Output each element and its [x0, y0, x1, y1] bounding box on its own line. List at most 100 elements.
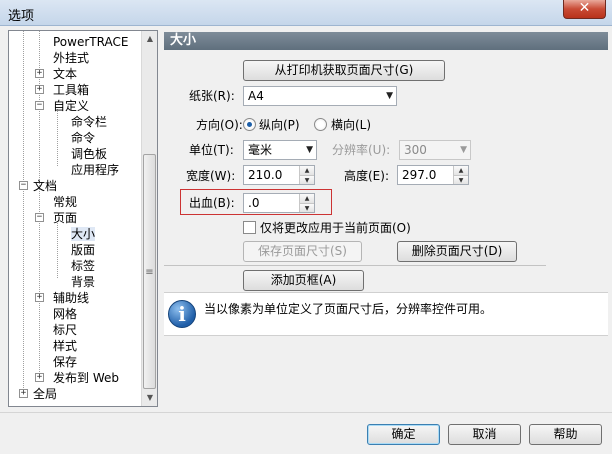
scroll-thumb[interactable]: ≡ — [143, 154, 156, 389]
portrait-radio[interactable] — [243, 118, 256, 131]
ok-button[interactable]: 确定 — [367, 424, 440, 445]
cancel-button[interactable]: 取消 — [448, 424, 521, 445]
bleed-label: 出血(B): — [189, 196, 235, 210]
info-text: 当以像素为单位定义了页面尺寸后，分辨率控件可用。 — [204, 302, 493, 316]
close-button[interactable]: ✕ — [563, 0, 606, 19]
tree-item[interactable]: 背景 — [71, 274, 95, 290]
tree-item-label: 外挂式 — [53, 51, 90, 65]
tree-item[interactable]: 全局 — [33, 386, 57, 402]
tree-scrollbar[interactable]: ▲ ≡ ▼ — [141, 31, 157, 406]
resolution-select: 300 ▼ — [399, 140, 471, 160]
tree-item-label: 保存 — [53, 355, 78, 369]
tree-item[interactable]: 页面 — [53, 210, 77, 226]
spin-down-icon[interactable]: ▼ — [454, 175, 468, 184]
tree-item[interactable]: 命令栏 — [71, 114, 107, 130]
save-page-size-button[interactable]: 保存页面尺寸(S) — [243, 241, 362, 262]
tree-item[interactable]: 应用程序 — [71, 162, 119, 178]
tree-item-label: 大小 — [71, 227, 96, 241]
tree-item-label: 命令栏 — [71, 115, 108, 129]
landscape-label[interactable]: 横向(L) — [331, 117, 371, 133]
portrait-label[interactable]: 纵向(P) — [259, 117, 300, 133]
height-label: 高度(E): — [344, 169, 389, 183]
tree-item-label: 样式 — [53, 339, 78, 353]
delete-page-size-button[interactable]: 删除页面尺寸(D) — [397, 241, 517, 262]
orientation-label: 方向(O): — [196, 118, 243, 132]
bleed-spinbox[interactable]: .0 ▲ ▼ — [243, 193, 315, 213]
tree-expander-icon[interactable]: + — [35, 69, 44, 78]
tree-item[interactable]: 样式 — [53, 338, 77, 354]
width-value: 210.0 — [248, 168, 283, 182]
tree-expander-icon[interactable]: + — [35, 373, 44, 382]
divider — [164, 265, 546, 266]
tree-item[interactable]: 常规 — [53, 194, 77, 210]
tree-item-label: 版面 — [71, 243, 96, 257]
help-button[interactable]: 帮助 — [529, 424, 602, 445]
unit-select[interactable]: 毫米 ▼ — [243, 140, 317, 160]
tree-item[interactable]: 调色板 — [71, 146, 107, 162]
tree-expander-icon[interactable]: − — [19, 181, 28, 190]
chevron-down-icon: ▼ — [460, 145, 467, 155]
tree-item[interactable]: 网格 — [53, 306, 77, 322]
tree-item-label: 自定义 — [53, 99, 90, 113]
tree-item[interactable]: 辅助线 — [53, 290, 89, 306]
tree-item-label: 文档 — [33, 179, 58, 193]
tree-item[interactable]: 保存 — [53, 354, 77, 370]
paper-value: A4 — [248, 89, 264, 103]
spin-up-icon[interactable]: ▲ — [454, 166, 468, 175]
width-spinbox[interactable]: 210.0 ▲ ▼ — [243, 165, 315, 185]
apply-current-only-label[interactable]: 仅将更改应用于当前页面(O) — [260, 220, 411, 236]
tree-item[interactable]: 命令 — [71, 130, 95, 146]
tree-item[interactable]: 标签 — [71, 258, 95, 274]
tree-item[interactable]: 发布到 Web — [53, 370, 119, 386]
tree-item[interactable]: 文本 — [53, 66, 77, 82]
chevron-down-icon: ▼ — [386, 91, 393, 101]
spin-up-icon[interactable]: ▲ — [300, 166, 314, 175]
add-page-frame-button[interactable]: 添加页框(A) — [243, 270, 364, 291]
tree-item-label: 全局 — [33, 387, 58, 401]
tree-item[interactable]: PowerTRACE — [53, 34, 128, 50]
tree-item[interactable]: 工具箱 — [53, 82, 89, 98]
info-box: i 当以像素为单位定义了页面尺寸后，分辨率控件可用。 — [164, 292, 608, 336]
apply-current-only-checkbox[interactable] — [243, 221, 256, 234]
tree-expander-icon[interactable]: − — [35, 101, 44, 110]
height-value: 297.0 — [402, 168, 437, 182]
tree-item-label: 应用程序 — [71, 163, 120, 177]
close-icon: ✕ — [578, 0, 591, 16]
tree-expander-icon[interactable]: + — [35, 293, 44, 302]
tree-item[interactable]: 自定义 — [53, 98, 89, 114]
spin-down-icon[interactable]: ▼ — [300, 203, 314, 212]
tree-item-label: PowerTRACE — [53, 35, 129, 49]
tree-expander-icon[interactable]: − — [35, 213, 44, 222]
scroll-down-icon[interactable]: ▼ — [142, 390, 157, 406]
tree-expander-icon[interactable]: + — [35, 85, 44, 94]
get-size-from-printer-button[interactable]: 从打印机获取页面尺寸(G) — [243, 60, 445, 81]
window-title: 选项 — [8, 9, 35, 24]
options-tree[interactable]: PowerTRACE 外挂式 + 文本 + 工具箱 − 自定义 命令栏 命令 调色板 应用程序 − 文档常… — [8, 30, 158, 407]
spin-down-icon[interactable]: ▼ — [300, 175, 314, 184]
unit-label: 单位(T): — [189, 143, 234, 157]
tree-item-label: 页面 — [53, 211, 78, 225]
paper-select[interactable]: A4 ▼ — [243, 86, 397, 106]
tree-item[interactable]: 大小 — [71, 226, 96, 242]
tree-item-label: 背景 — [71, 275, 96, 289]
tree-item-label: 工具箱 — [53, 83, 90, 97]
unit-value: 毫米 — [248, 143, 273, 157]
tree-item-label: 文本 — [53, 67, 78, 81]
landscape-radio[interactable] — [314, 118, 327, 131]
spin-up-icon[interactable]: ▲ — [300, 194, 314, 203]
paper-label: 纸张(R): — [189, 89, 235, 103]
scroll-up-icon[interactable]: ▲ — [142, 31, 157, 47]
tree-item-label: 网格 — [53, 307, 78, 321]
chevron-down-icon: ▼ — [306, 145, 313, 155]
tree-item[interactable]: 版面 — [71, 242, 95, 258]
tree-item-label: 命令 — [71, 131, 96, 145]
tree-item[interactable]: 标尺 — [53, 322, 77, 338]
tree-item-label: 标尺 — [53, 323, 78, 337]
tree-item-label: 发布到 Web — [53, 371, 119, 385]
resolution-label: 分辨率(U): — [332, 143, 391, 157]
tree-item[interactable]: 文档 — [33, 178, 57, 194]
height-spinbox[interactable]: 297.0 ▲ ▼ — [397, 165, 469, 185]
tree-expander-icon[interactable]: + — [19, 389, 28, 398]
tree-item-label: 辅助线 — [53, 291, 90, 305]
tree-item[interactable]: 外挂式 — [53, 50, 89, 66]
